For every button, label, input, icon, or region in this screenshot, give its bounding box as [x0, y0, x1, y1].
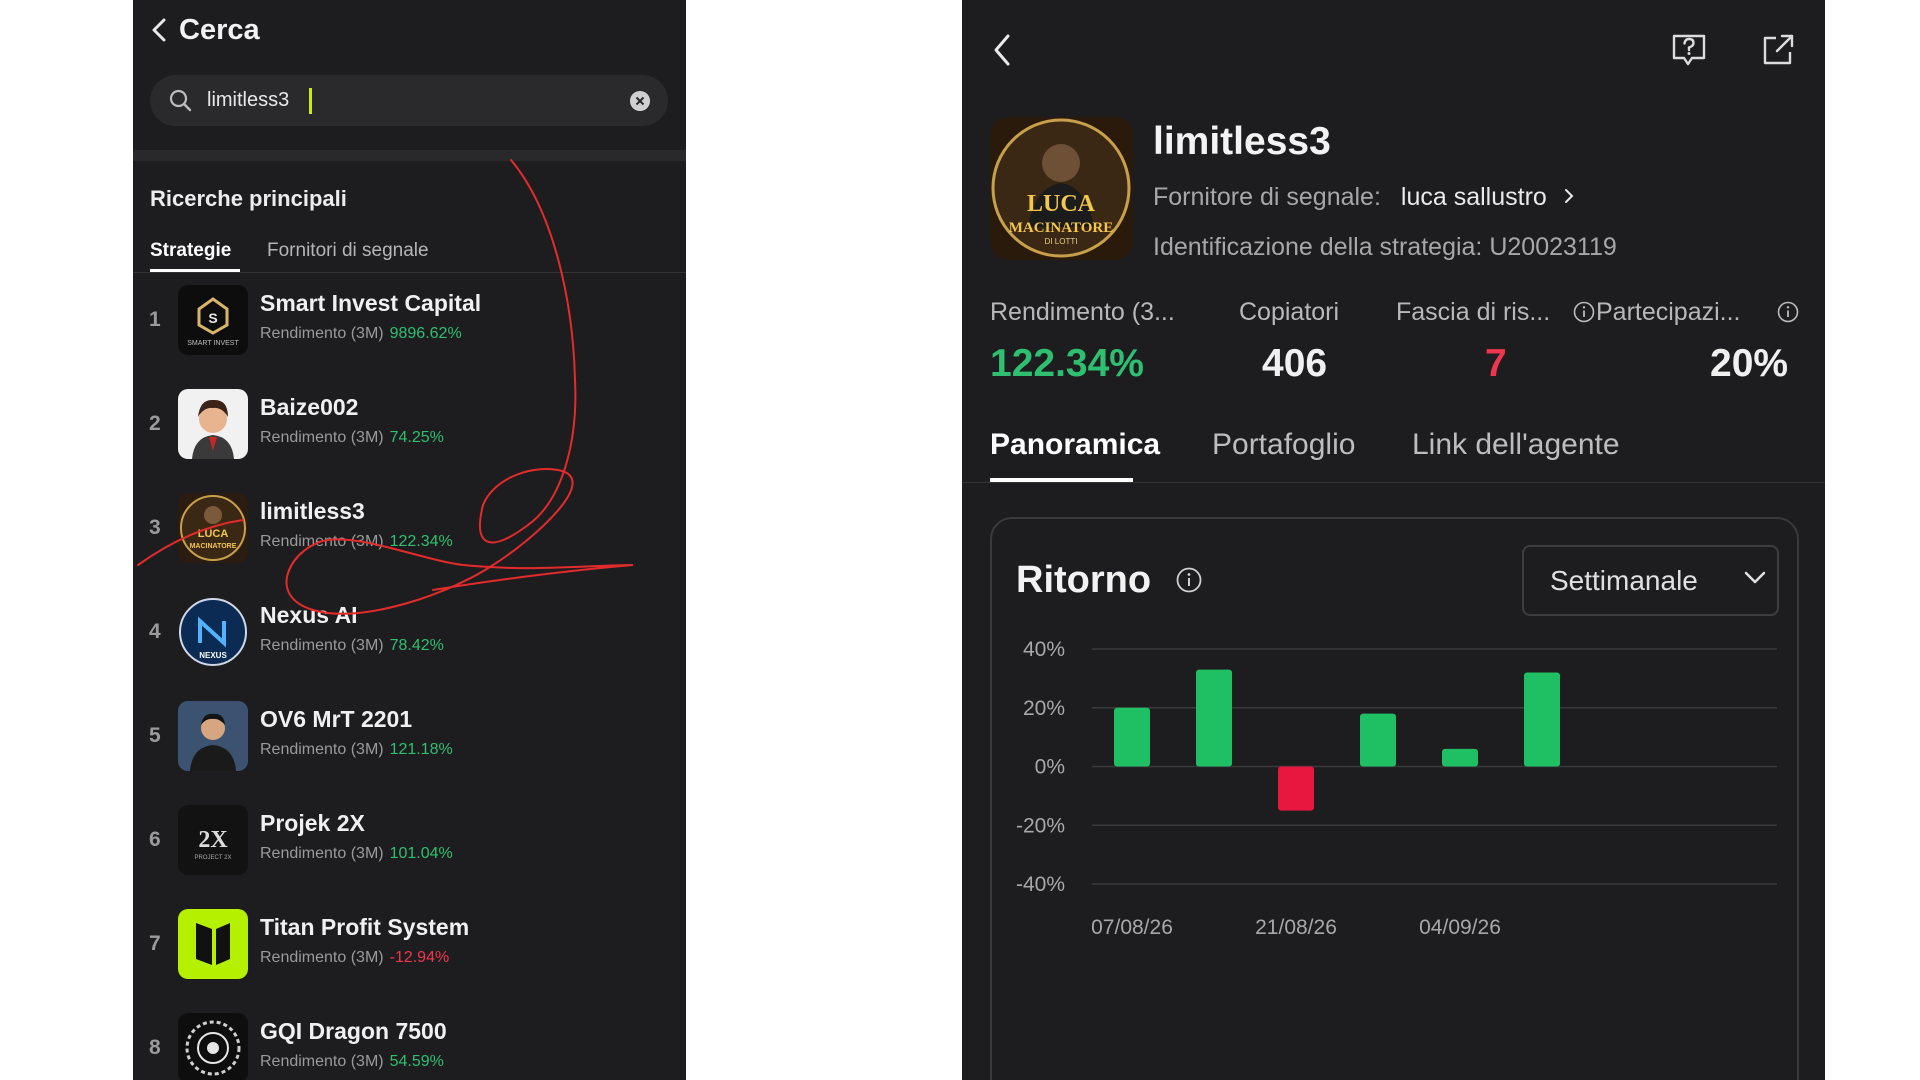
- provider-link[interactable]: luca sallustro: [1401, 183, 1547, 211]
- strategy-detail-panel: LUCA MACINATORE DI LOTTI limitless3 Forn…: [962, 0, 1825, 1080]
- help-icon[interactable]: [1670, 32, 1708, 68]
- back-arrow-icon[interactable]: [992, 32, 1012, 68]
- info-icon[interactable]: [1777, 301, 1799, 323]
- stat-label-return: Rendimento (3...: [990, 298, 1175, 326]
- luca-macinatore-logo-icon: LUCA MACINATORE DI LOTTI: [991, 118, 1131, 258]
- signal-provider: Fornitore di segnale: luca sallustro: [1153, 183, 1576, 212]
- strategy-avatar: LUCA MACINATORE DI LOTTI: [990, 117, 1133, 260]
- search-panel: Cerca Ricerche principali Strategie Forn…: [133, 0, 686, 1080]
- share-icon[interactable]: [1760, 32, 1796, 68]
- chart-bar[interactable]: [1196, 669, 1232, 767]
- card-title: Ritorno: [1016, 559, 1152, 601]
- svg-text:DI LOTTI: DI LOTTI: [1045, 237, 1078, 246]
- y-tick-label: -40%: [1016, 873, 1065, 896]
- x-tick-label: 21/08/26: [1255, 916, 1337, 939]
- detail-tabs: Panoramica Portafoglio Link dell'agente: [962, 422, 1825, 483]
- tab-portafoglio[interactable]: Portafoglio: [1212, 428, 1355, 462]
- stat-value-copiers: 406: [1262, 342, 1328, 385]
- chart-bar[interactable]: [1114, 707, 1150, 767]
- return-card: Ritorno Settimanale 40% 20% 0% -20% -40% 07/0…: [990, 517, 1799, 1080]
- y-tick-label: -20%: [1016, 814, 1065, 837]
- y-tick-label: 0%: [1035, 756, 1065, 779]
- tab-link-agente[interactable]: Link dell'agente: [1412, 428, 1620, 462]
- provider-label: Fornitore di segnale:: [1153, 183, 1381, 211]
- chart-bar[interactable]: [1360, 713, 1396, 767]
- tab-panoramica[interactable]: Panoramica: [990, 428, 1160, 462]
- return-bar-chart: 40% 20% 0% -20% -40% 07/08/26 21/08/26 04/09/26: [1016, 639, 1777, 939]
- strategy-id: Identificazione della strategia: U200231…: [1153, 233, 1617, 261]
- chevron-down-icon: [1744, 571, 1766, 584]
- y-tick-label: 40%: [1023, 639, 1065, 661]
- chart-bar[interactable]: [1442, 748, 1478, 767]
- svg-text:MACINATORE: MACINATORE: [1009, 220, 1113, 236]
- stat-value-risk: 7: [1485, 342, 1507, 385]
- stat-label-participation: Partecipazi...: [1596, 298, 1741, 326]
- stat-value-return: 122.34%: [990, 342, 1144, 385]
- info-icon[interactable]: [1176, 567, 1202, 593]
- y-tick-label: 20%: [1023, 697, 1065, 720]
- info-icon[interactable]: [1573, 301, 1595, 323]
- strategy-name: limitless3: [1153, 120, 1331, 163]
- chart-bar[interactable]: [1524, 672, 1560, 767]
- period-dropdown[interactable]: Settimanale: [1522, 545, 1779, 616]
- active-tab-indicator: [990, 478, 1133, 482]
- stat-label-risk: Fascia di ris...: [1396, 298, 1551, 326]
- chart-bar[interactable]: [1278, 766, 1314, 811]
- stat-label-copiers: Copiatori: [1239, 298, 1340, 326]
- hand-drawn-annotation: [137, 159, 634, 615]
- svg-text:LUCA: LUCA: [1027, 191, 1096, 217]
- dropdown-label: Settimanale: [1550, 565, 1698, 596]
- x-tick-label: 04/09/26: [1419, 916, 1501, 939]
- stat-value-participation: 20%: [1710, 342, 1789, 385]
- x-tick-label: 07/08/26: [1091, 916, 1173, 939]
- chevron-right-icon[interactable]: [1562, 187, 1576, 205]
